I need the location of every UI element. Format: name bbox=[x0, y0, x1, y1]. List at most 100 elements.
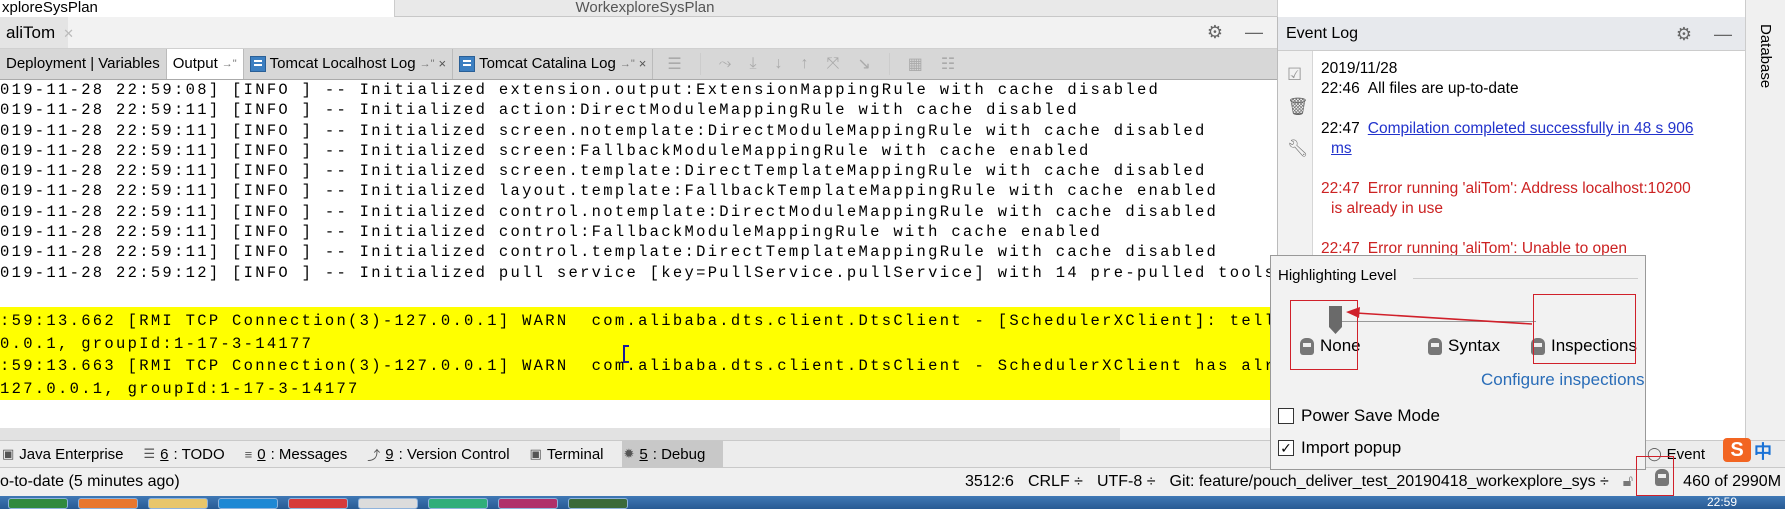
event-link[interactable]: ms bbox=[1331, 140, 1352, 157]
messages-icon: ≡ bbox=[244, 446, 253, 462]
close-icon[interactable]: ✕ bbox=[63, 26, 74, 41]
run-to-cursor-icon[interactable]: ↘ bbox=[857, 54, 870, 74]
java-enterprise-icon: ▣ bbox=[2, 446, 15, 461]
editor-tab[interactable]: WorkexploreSysPlan bbox=[395, 0, 895, 17]
drop-frame-icon[interactable]: ⤧ bbox=[827, 55, 840, 73]
clock[interactable]: 22:59 bbox=[1707, 496, 1737, 509]
tool-window-terminal[interactable]: ▣ Terminal bbox=[528, 441, 622, 468]
editor-tab-active[interactable]: xploreSysPlan bbox=[0, 0, 395, 17]
line-separator[interactable]: CRLF ÷ bbox=[1028, 468, 1083, 496]
tool-window-debug[interactable]: ✹ 5: Debug bbox=[621, 440, 724, 468]
mark-all-read-icon[interactable]: ☑ bbox=[1287, 65, 1302, 85]
taskbar-app[interactable] bbox=[498, 498, 558, 509]
log-line: 019-11-28 22:59:11] [INFO ] -- Initializ… bbox=[0, 243, 1219, 262]
ime-language[interactable]: 中 bbox=[1754, 438, 1772, 464]
sogou-ime-logo[interactable]: S bbox=[1723, 438, 1751, 462]
tool-window-vcs[interactable]: ⤴ 9: Version Control bbox=[365, 441, 527, 468]
tool-window-label: : TODO bbox=[173, 445, 225, 463]
console-output[interactable]: 019-11-28 22:59:08] [INFO ] -- Initializ… bbox=[0, 80, 1277, 428]
tab-label: Tomcat Catalina Log bbox=[479, 55, 616, 72]
lock-icon[interactable]: 🔓︎ bbox=[1623, 468, 1633, 496]
taskbar-app-excel[interactable] bbox=[8, 498, 68, 509]
log-file-icon bbox=[249, 56, 266, 72]
step-out-icon[interactable]: ↑ bbox=[801, 55, 809, 73]
taskbar-app[interactable] bbox=[218, 498, 278, 509]
info-log-lines: 019-11-28 22:59:08] [INFO ] -- Initializ… bbox=[0, 80, 1277, 283]
event-time: 22:46 bbox=[1321, 80, 1360, 97]
text-cursor-icon bbox=[623, 345, 629, 363]
tool-window-label: : Debug bbox=[652, 445, 706, 463]
pin-icon[interactable]: →" bbox=[620, 49, 635, 79]
gear-icon[interactable]: ⚙ bbox=[1207, 22, 1223, 43]
pin-icon[interactable]: →" bbox=[420, 49, 435, 79]
step-over-icon[interactable]: ⤓ bbox=[749, 55, 756, 73]
vcs-icon: ⤴ bbox=[367, 447, 381, 463]
taskbar-app[interactable] bbox=[78, 498, 138, 509]
separator bbox=[888, 53, 890, 75]
log-line: 019-11-28 22:59:11] [INFO ] -- Initializ… bbox=[0, 101, 1079, 120]
log-line: 019-11-28 22:59:11] [INFO ] -- Initializ… bbox=[0, 182, 1219, 201]
warn-log-line: 0.0.1, groupId:1-17-3-14177 bbox=[0, 334, 314, 353]
memory-indicator[interactable]: 460 of 2990M bbox=[1683, 468, 1781, 496]
taskbar-app[interactable] bbox=[428, 498, 488, 509]
event-link[interactable]: Compilation completed successfully in 48… bbox=[1368, 120, 1694, 137]
run-config-tab[interactable]: aliTom ✕ bbox=[0, 17, 74, 48]
mnemonic-key: 5 bbox=[639, 445, 648, 463]
todo-icon: ☰ bbox=[143, 446, 156, 461]
step-into-icon[interactable]: ↓ bbox=[775, 55, 783, 73]
tab-label: Tomcat Localhost Log bbox=[269, 55, 416, 72]
encoding[interactable]: UTF-8 ÷ bbox=[1097, 468, 1156, 496]
annotation-box-status-inspector bbox=[1636, 456, 1674, 496]
log-line: 019-11-28 22:59:11] [INFO ] -- Initializ… bbox=[0, 223, 1103, 242]
run-header-actions: ⚙ — bbox=[1207, 22, 1263, 43]
tool-window-todo[interactable]: ☰ 6: TODO bbox=[142, 441, 243, 468]
run-tab-label: aliTom bbox=[6, 23, 56, 42]
wrench-icon[interactable]: 🔧︎ bbox=[1287, 139, 1309, 159]
tool-window-java-enterprise[interactable]: ▣ Java Enterprise bbox=[0, 441, 142, 468]
warn-log-lines: :59:13.662 [RMI TCP Connection(3)-127.0.… bbox=[0, 307, 1277, 400]
debug-sub-tabs: Deployment | Variables Output →" Tomcat L… bbox=[0, 49, 1277, 80]
windows-taskbar: 22:59 bbox=[0, 496, 1785, 509]
tab-label: Deployment | Variables bbox=[6, 55, 160, 72]
event-text: Error running 'aliTom': Address localhos… bbox=[1367, 180, 1691, 197]
pin-icon[interactable]: →" bbox=[222, 49, 237, 79]
event-text: is already in use bbox=[1331, 200, 1444, 217]
minimize-icon[interactable]: — bbox=[1714, 17, 1732, 51]
taskbar-app[interactable] bbox=[568, 498, 628, 509]
close-icon[interactable]: × bbox=[639, 49, 647, 79]
event-time: 22:47 bbox=[1321, 180, 1360, 197]
tab-deployment-variables[interactable]: Deployment | Variables bbox=[0, 49, 167, 79]
git-branch[interactable]: Git: feature/pouch_deliver_test_20190418… bbox=[1170, 468, 1609, 496]
frames-icon[interactable]: ☰ bbox=[667, 54, 681, 74]
log-file-icon bbox=[459, 56, 476, 72]
horizontal-scrollbar[interactable] bbox=[0, 428, 1120, 440]
taskbar-app[interactable] bbox=[358, 498, 418, 509]
caret-position[interactable]: 3512:6 bbox=[965, 468, 1014, 496]
event-entry-error: 22:47 Error running 'aliTom': Address loc… bbox=[1321, 179, 1741, 219]
warn-log-line: :59:13.662 [RMI TCP Connection(3)-127.0.… bbox=[0, 312, 1277, 330]
close-icon[interactable]: × bbox=[438, 49, 446, 79]
taskbar-app[interactable] bbox=[288, 498, 348, 509]
minimize-icon[interactable]: — bbox=[1245, 22, 1263, 43]
event-text: All files are up-to-date bbox=[1367, 80, 1519, 97]
evaluate-expression-icon[interactable]: ▦ bbox=[908, 54, 923, 74]
tool-window-messages[interactable]: ≡ 0: Messages bbox=[243, 441, 366, 468]
gear-icon[interactable]: ⚙ bbox=[1676, 17, 1692, 51]
tool-window-label: : Version Control bbox=[398, 445, 510, 463]
show-execution-point-icon[interactable]: ⤳ bbox=[719, 55, 732, 73]
trace-icon[interactable]: ☷ bbox=[941, 54, 955, 74]
log-line: 019-11-28 22:59:11] [INFO ] -- Initializ… bbox=[0, 141, 1091, 160]
event-time: 22:47 bbox=[1321, 120, 1360, 137]
tab-tomcat-localhost-log[interactable]: Tomcat Localhost Log →" × bbox=[244, 49, 454, 79]
taskbar-app-explorer[interactable] bbox=[148, 498, 208, 509]
status-message[interactable]: o-to-date (5 minutes ago) bbox=[0, 468, 180, 496]
trash-icon[interactable]: 🗑︎ bbox=[1287, 97, 1309, 117]
log-line: 019-11-28 22:59:11] [INFO ] -- Initializ… bbox=[0, 202, 1219, 221]
event-log-content: 2019/11/28 22:46 All files are up-to-date… bbox=[1321, 59, 1741, 279]
debug-icon: ✹ bbox=[623, 446, 635, 461]
event-log-actions: ⚙ — bbox=[1676, 17, 1732, 51]
tab-output[interactable]: Output →" bbox=[166, 49, 244, 79]
database-tool-button[interactable]: Database bbox=[1757, 24, 1774, 88]
tab-label: Output bbox=[172, 55, 218, 72]
tab-tomcat-catalina-log[interactable]: Tomcat Catalina Log →" × bbox=[453, 49, 654, 79]
